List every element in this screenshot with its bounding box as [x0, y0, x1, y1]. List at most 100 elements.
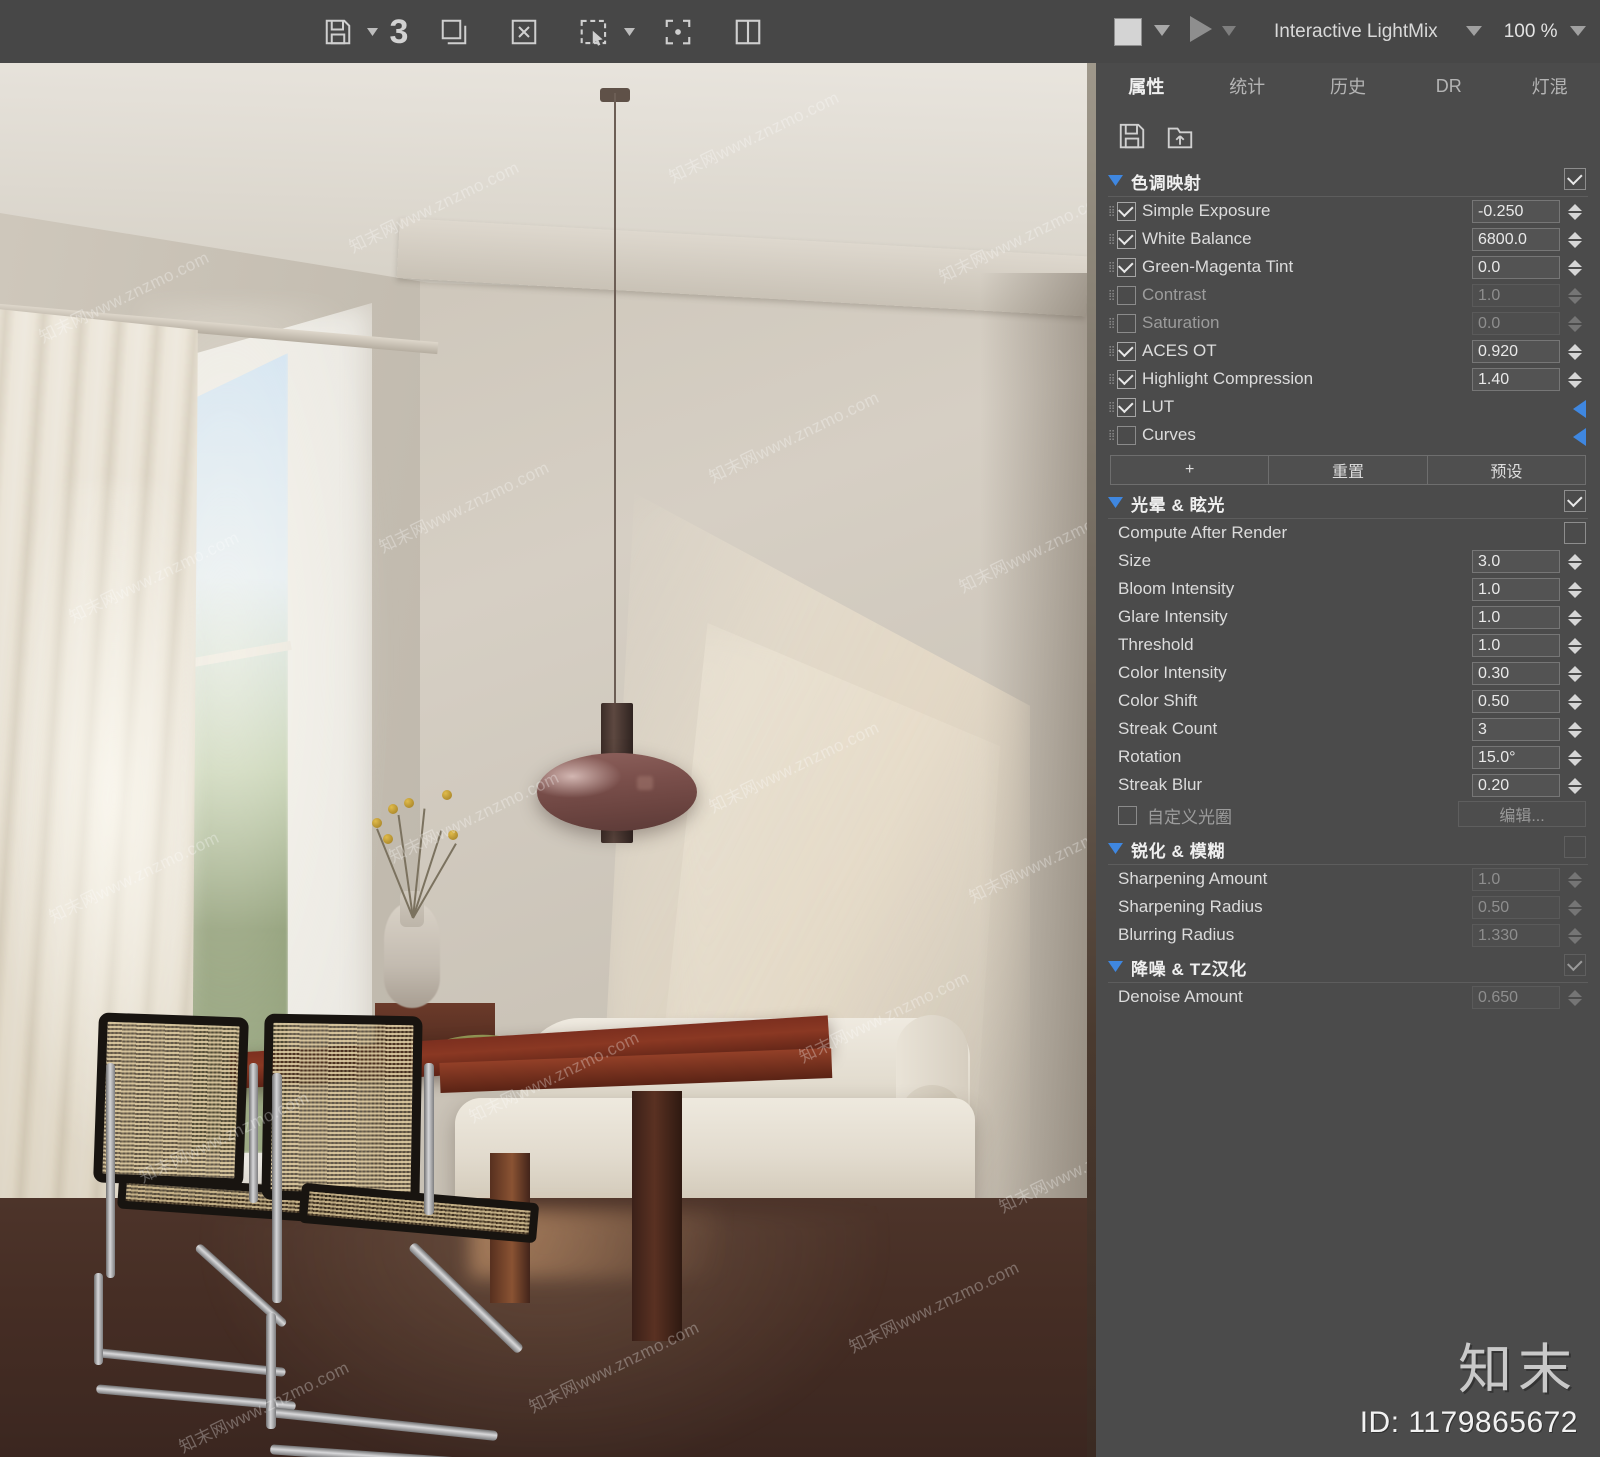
row-white-balance[interactable]: ⣿ White Balance 6800.0: [1096, 225, 1600, 253]
reset-button[interactable]: 重置: [1268, 455, 1428, 485]
row-value-input[interactable]: 3.0: [1472, 550, 1560, 573]
row-custom-aperture[interactable]: 自定义光圈 编辑...: [1096, 799, 1600, 831]
row-spinner[interactable]: [1564, 340, 1586, 363]
row-spinner[interactable]: [1564, 896, 1586, 919]
row-value-input[interactable]: 0.650: [1472, 986, 1560, 1009]
section-enable-checkbox[interactable]: [1564, 954, 1586, 976]
region-select-caret[interactable]: [622, 9, 636, 55]
row-value-input[interactable]: 0.920: [1472, 340, 1560, 363]
row-checkbox[interactable]: [1117, 397, 1136, 417]
row-checkbox[interactable]: [1118, 805, 1137, 825]
row-value-input[interactable]: 1.0: [1472, 868, 1560, 891]
row-spinner[interactable]: [1564, 256, 1586, 279]
row-spinner[interactable]: [1564, 550, 1586, 573]
tab-statistics[interactable]: 统计: [1197, 73, 1298, 99]
drag-handle-icon[interactable]: ⣿: [1108, 318, 1117, 328]
row-green-magenta-tint[interactable]: ⣿ Green-Magenta Tint 0.0: [1096, 253, 1600, 281]
row-value-input[interactable]: 0.50: [1472, 690, 1560, 713]
drag-handle-icon[interactable]: ⣿: [1108, 290, 1117, 300]
row-spinner[interactable]: [1564, 718, 1586, 741]
row-rotation[interactable]: Rotation 15.0°: [1096, 743, 1600, 771]
row-compute-after-render[interactable]: Compute After Render: [1096, 519, 1600, 547]
zoom-caret[interactable]: [1569, 23, 1586, 41]
row-checkbox[interactable]: [1117, 425, 1136, 445]
row-threshold[interactable]: Threshold 1.0: [1096, 631, 1600, 659]
drag-handle-icon[interactable]: ⣿: [1108, 206, 1117, 216]
row-bloom-intensity[interactable]: Bloom Intensity 1.0: [1096, 575, 1600, 603]
row-value-input[interactable]: 0.20: [1472, 774, 1560, 797]
tab-history[interactable]: 历史: [1298, 73, 1399, 99]
clear-icon[interactable]: [496, 9, 552, 55]
section-enable-checkbox[interactable]: [1564, 836, 1586, 858]
row-checkbox[interactable]: [1117, 257, 1136, 277]
collapse-triangle-icon[interactable]: [1108, 959, 1123, 977]
row-streak-blur[interactable]: Streak Blur 0.20: [1096, 771, 1600, 799]
row-spinner[interactable]: [1564, 312, 1586, 335]
row-spinner[interactable]: [1564, 634, 1586, 657]
row-value-input[interactable]: 15.0°: [1472, 746, 1560, 769]
row-spinner[interactable]: [1564, 228, 1586, 251]
section-enable-checkbox[interactable]: [1564, 490, 1586, 512]
row-contrast[interactable]: ⣿ Contrast 1.0: [1096, 281, 1600, 309]
row-glare-intensity[interactable]: Glare Intensity 1.0: [1096, 603, 1600, 631]
row-value-input[interactable]: 0.30: [1472, 662, 1560, 685]
row-checkbox[interactable]: [1117, 341, 1136, 361]
focus-picker-icon[interactable]: [650, 9, 706, 55]
lightmix-mode-caret[interactable]: [1465, 23, 1482, 41]
color-swatch-caret[interactable]: [1154, 23, 1170, 41]
drag-handle-icon[interactable]: ⣿: [1108, 262, 1117, 272]
row-value-input[interactable]: 0.0: [1472, 256, 1560, 279]
render-viewport[interactable]: 知末网www.znzmo.com 知末网www.znzmo.com 知末网www…: [0, 63, 1087, 1457]
drag-handle-icon[interactable]: ⣿: [1108, 346, 1117, 356]
row-aces-ot[interactable]: ⣿ ACES OT 0.920: [1096, 337, 1600, 365]
row-curves[interactable]: ⣿ Curves: [1096, 421, 1600, 449]
row-value-input[interactable]: 1.0: [1472, 284, 1560, 307]
row-spinner[interactable]: [1564, 924, 1586, 947]
drag-handle-icon[interactable]: ⣿: [1108, 402, 1117, 412]
render-play-caret[interactable]: [1222, 23, 1236, 41]
row-sharpening-radius[interactable]: Sharpening Radius 0.50: [1096, 893, 1600, 921]
row-value-input[interactable]: 1.0: [1472, 606, 1560, 629]
tab-properties[interactable]: 属性: [1096, 73, 1197, 99]
row-value-input[interactable]: 0.0: [1472, 312, 1560, 335]
row-checkbox[interactable]: [1117, 229, 1136, 249]
drag-handle-icon[interactable]: ⣿: [1108, 430, 1117, 440]
expand-left-triangle-icon[interactable]: [1573, 400, 1586, 418]
load-preset-icon[interactable]: [1164, 121, 1198, 153]
row-spinner[interactable]: [1564, 690, 1586, 713]
collapse-triangle-icon[interactable]: [1108, 495, 1123, 513]
row-highlight-compression[interactable]: ⣿ Highlight Compression 1.40: [1096, 365, 1600, 393]
row-checkbox[interactable]: [1564, 522, 1586, 544]
render-play-icon[interactable]: [1190, 16, 1212, 47]
row-sharpening-amount[interactable]: Sharpening Amount 1.0: [1096, 865, 1600, 893]
row-streak-count[interactable]: Streak Count 3: [1096, 715, 1600, 743]
row-spinner[interactable]: [1564, 746, 1586, 769]
row-saturation[interactable]: ⣿ Saturation 0.0: [1096, 309, 1600, 337]
row-lut[interactable]: ⣿ LUT: [1096, 393, 1600, 421]
save-preset-icon[interactable]: [1116, 121, 1150, 153]
row-size[interactable]: Size 3.0: [1096, 547, 1600, 575]
row-color-shift[interactable]: Color Shift 0.50: [1096, 687, 1600, 715]
row-value-input[interactable]: 1.0: [1472, 578, 1560, 601]
region-select-icon[interactable]: [566, 9, 622, 55]
row-denoise-amount[interactable]: Denoise Amount 0.650: [1096, 983, 1600, 1011]
row-checkbox[interactable]: [1117, 201, 1136, 221]
row-value-input[interactable]: 3: [1472, 718, 1560, 741]
expand-left-triangle-icon[interactable]: [1573, 428, 1586, 446]
section-enable-checkbox[interactable]: [1564, 168, 1586, 190]
row-checkbox[interactable]: [1117, 369, 1136, 389]
preset-button[interactable]: 预设: [1426, 455, 1586, 485]
split-view-icon[interactable]: [720, 9, 776, 55]
row-spinner[interactable]: [1564, 368, 1586, 391]
edit-aperture-button[interactable]: 编辑...: [1458, 801, 1586, 827]
section-header-bloom-glare[interactable]: 光晕 & 眩光: [1108, 489, 1588, 519]
row-spinner[interactable]: [1564, 986, 1586, 1009]
row-value-input[interactable]: 1.40: [1472, 368, 1560, 391]
collapse-triangle-icon[interactable]: [1108, 841, 1123, 859]
drag-handle-icon[interactable]: ⣿: [1108, 234, 1117, 244]
row-simple-exposure[interactable]: ⣿ Simple Exposure -0.250: [1096, 197, 1600, 225]
row-value-input[interactable]: 1.330: [1472, 924, 1560, 947]
row-spinner[interactable]: [1564, 578, 1586, 601]
row-spinner[interactable]: [1564, 662, 1586, 685]
drag-handle-icon[interactable]: ⣿: [1108, 374, 1117, 384]
